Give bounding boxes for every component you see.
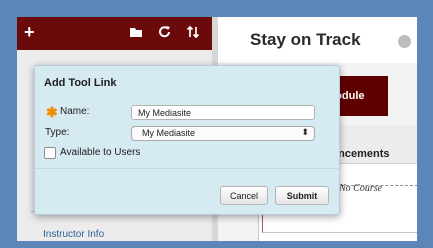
name-input[interactable]: My Mediasite [131, 105, 315, 120]
dialog-divider [35, 168, 339, 169]
type-select-value: My Mediasite [142, 128, 196, 138]
page-header: Stay on Track [218, 17, 417, 63]
refresh-icon[interactable] [156, 23, 174, 41]
folder-icon[interactable] [127, 23, 145, 41]
cancel-button[interactable]: Cancel [220, 186, 268, 205]
type-label: Type: [45, 127, 70, 138]
available-to-users-label[interactable]: Available to Users [60, 147, 140, 158]
submit-button[interactable]: Submit [275, 186, 329, 205]
available-to-users-checkbox[interactable] [44, 147, 56, 159]
dialog-title: Add Tool Link [44, 77, 117, 89]
course-menu-toolbar: + [17, 17, 212, 50]
add-tool-link-dialog: Add Tool Link ✱ Name: My Mediasite Type:… [34, 65, 340, 215]
sort-icon[interactable] [184, 23, 202, 41]
name-label: Name: [60, 106, 90, 117]
add-menu-item-button[interactable]: + [24, 20, 44, 44]
chevron-updown-icon: ⬍ [301, 127, 309, 137]
type-select[interactable]: My Mediasite ⬍ [131, 126, 315, 141]
title-options-icon[interactable] [398, 35, 411, 48]
page-title: Stay on Track [250, 30, 361, 49]
menu-link-instructor-info[interactable]: Instructor Info [43, 229, 104, 240]
required-asterisk-icon: ✱ [46, 104, 58, 120]
empty-message: No Course [339, 183, 383, 194]
course-page: + Instructor Info Stay on Track Module n… [17, 17, 417, 241]
